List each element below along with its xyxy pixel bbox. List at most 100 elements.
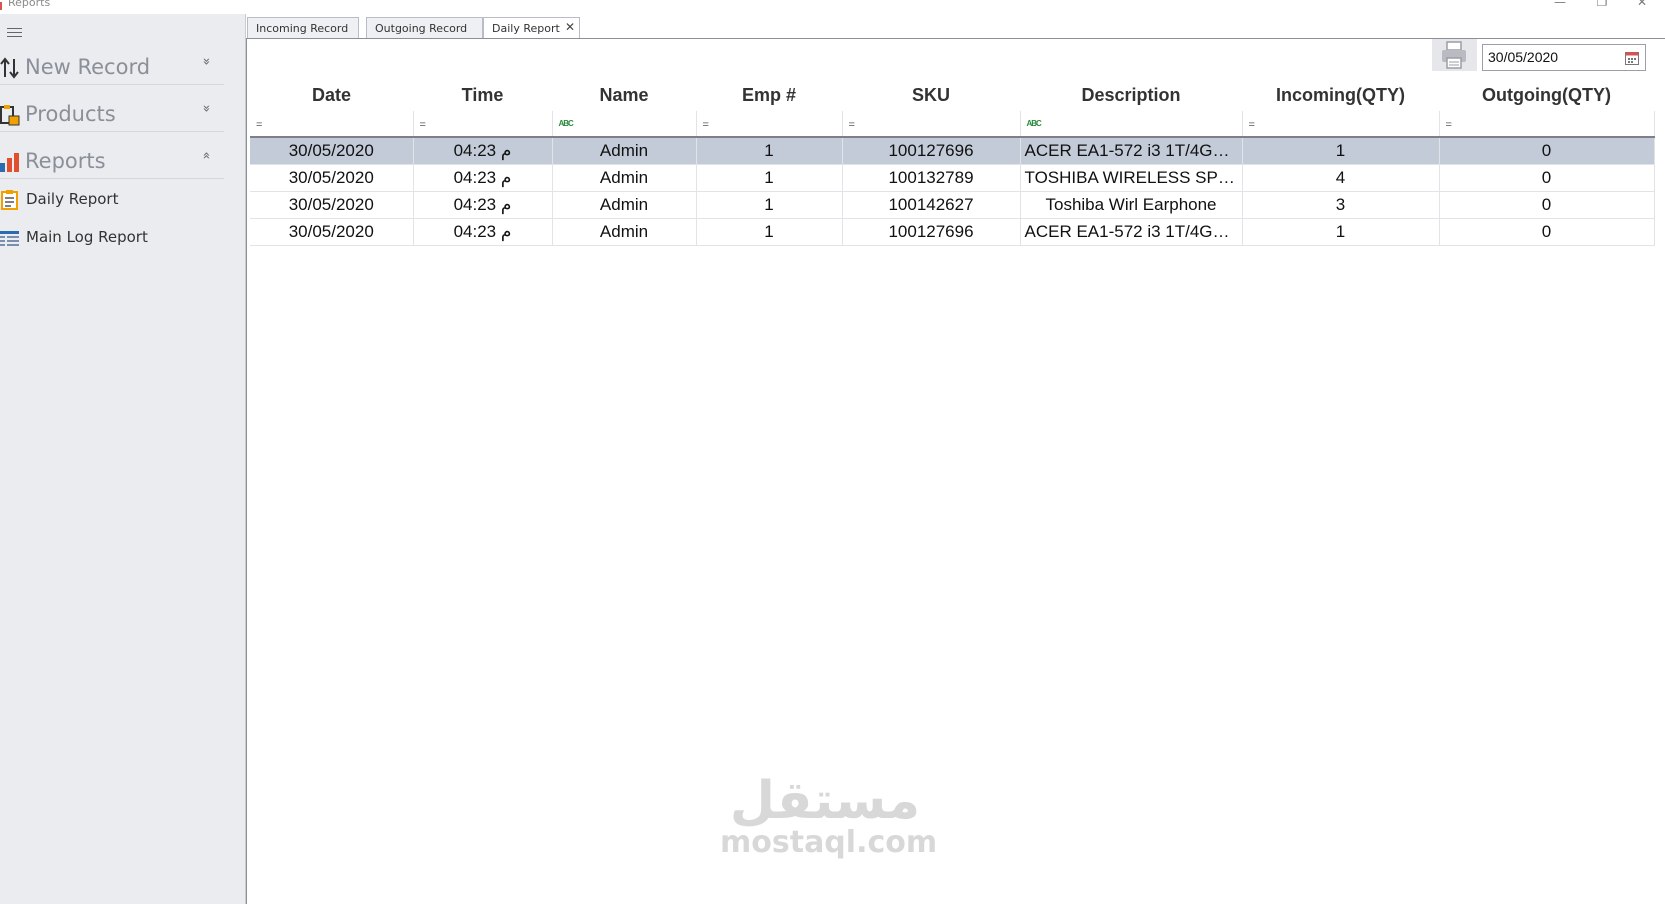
cell-sku[interactable]: 100127696 [842,218,1021,246]
cell-date[interactable]: 30/05/2020 [250,218,414,246]
clipboard-products-icon [0,105,20,126]
cell-time[interactable]: 04:23 م [413,218,553,246]
cell-outgoing[interactable]: 0 [1439,191,1655,219]
cell-emp[interactable]: 1 [696,164,843,192]
app-icon [0,2,2,10]
cell-description[interactable]: ACER EA1-572 i3 1T/4GB/... [1020,218,1243,246]
cell-sku[interactable]: 100132789 [842,164,1021,192]
chevron-down-icon[interactable]: » [199,58,214,66]
cell-name[interactable]: Admin [552,137,697,165]
text-filter-icon[interactable]: ABC [1027,119,1042,128]
filter-row: = = ABC = = ABC = = [250,111,1655,138]
column-header-emp[interactable]: Emp # [696,79,842,111]
filter-cell-outgoing[interactable]: = [1439,111,1655,138]
window-title: Reports [8,0,51,9]
tab-incoming-record[interactable]: Incoming Record [247,17,359,39]
filter-cell-description[interactable]: ABC [1020,111,1243,138]
cell-outgoing[interactable]: 0 [1439,218,1655,246]
cell-name[interactable]: Admin [552,218,697,246]
sidebar-group-label: Reports [25,149,106,173]
chevron-up-icon[interactable]: « [199,152,214,160]
equals-filter-icon[interactable]: = [256,119,262,131]
sidebar-group-new-record[interactable]: New Record » [0,51,224,85]
filter-cell-emp[interactable]: = [696,111,843,138]
sidebar-group-label: Products [25,102,116,126]
print-button[interactable] [1432,39,1477,71]
equals-filter-icon[interactable]: = [1249,119,1255,131]
report-clipboard-icon [1,190,18,210]
sidebar-group-products[interactable]: Products » [0,98,224,132]
cell-time[interactable]: 04:23 م [413,191,553,219]
title-bar: Reports — ❐ ✕ [0,0,1665,14]
close-button[interactable]: ✕ [1630,0,1654,9]
sidebar-item-main-log-report[interactable]: Main Log Report [0,224,224,252]
cell-date[interactable]: 30/05/2020 [250,164,414,192]
cell-name[interactable]: Admin [552,164,697,192]
sidebar-item-daily-report[interactable]: Daily Report [0,186,224,214]
column-header-description[interactable]: Description [1020,79,1242,111]
equals-filter-icon[interactable]: = [849,119,855,131]
cell-description[interactable]: TOSHIBA WIRELESS SPEA... [1020,164,1243,192]
report-date-field[interactable]: 30/05/2020 [1482,44,1646,71]
tab-label: Outgoing Record [375,22,468,35]
column-header-incoming[interactable]: Incoming(QTY) [1242,79,1439,111]
cell-description[interactable]: ACER EA1-572 i3 1T/4GB/... [1020,137,1243,165]
cell-date[interactable]: 30/05/2020 [250,137,414,165]
cell-emp[interactable]: 1 [696,191,843,219]
cell-incoming[interactable]: 3 [1242,191,1440,219]
sidebar: New Record » Products » Reports « Daily … [0,14,246,904]
table-row[interactable]: 30/05/2020 04:23 م Admin 1 100127696 ACE… [250,137,1655,165]
cell-emp[interactable]: 1 [696,137,843,165]
minimize-button[interactable]: — [1548,0,1572,9]
cell-time[interactable]: 04:23 م [413,164,553,192]
text-filter-icon[interactable]: ABC [559,119,574,128]
chevron-down-icon[interactable]: » [199,105,214,113]
log-table-icon [0,231,19,246]
cell-date[interactable]: 30/05/2020 [250,191,414,219]
watermark: مستقل mostaql.com [720,775,937,859]
cell-sku[interactable]: 100127696 [842,137,1021,165]
cell-description[interactable]: Toshiba Wirl Earphone [1020,191,1243,219]
sort-arrows-icon [0,57,19,79]
cell-incoming[interactable]: 4 [1242,164,1440,192]
filter-cell-date[interactable]: = [250,111,414,138]
filter-cell-incoming[interactable]: = [1242,111,1440,138]
cell-sku[interactable]: 100142627 [842,191,1021,219]
column-header-name[interactable]: Name [552,79,696,111]
cell-time[interactable]: 04:23 م [413,137,553,165]
sidebar-group-reports[interactable]: Reports « [0,145,224,179]
date-value: 30/05/2020 [1488,49,1559,65]
column-header-outgoing[interactable]: Outgoing(QTY) [1439,79,1654,111]
table-row[interactable]: 30/05/2020 04:23 م Admin 1 100127696 ACE… [250,218,1655,246]
cell-emp[interactable]: 1 [696,218,843,246]
cell-name[interactable]: Admin [552,191,697,219]
header-row: Date Time Name Emp # SKU Description Inc… [250,79,1654,111]
bar-chart-icon [0,153,19,172]
cell-outgoing[interactable]: 0 [1439,164,1655,192]
filter-cell-name[interactable]: ABC [552,111,697,138]
column-header-time[interactable]: Time [413,79,552,111]
equals-filter-icon[interactable]: = [703,119,709,131]
tab-label: Daily Report [492,22,560,35]
tab-label: Incoming Record [256,22,349,35]
cell-incoming[interactable]: 1 [1242,137,1440,165]
column-header-date[interactable]: Date [250,79,413,111]
table-row[interactable]: 30/05/2020 04:23 م Admin 1 100132789 TOS… [250,164,1655,192]
cell-incoming[interactable]: 1 [1242,218,1440,246]
table-row[interactable]: 30/05/2020 04:23 م Admin 1 100142627 Tos… [250,191,1655,219]
tab-outgoing-record[interactable]: Outgoing Record [366,17,483,39]
sidebar-item-label: Daily Report [26,190,119,208]
filter-cell-time[interactable]: = [413,111,553,138]
cell-outgoing[interactable]: 0 [1439,137,1655,165]
printer-icon [1442,41,1466,69]
calendar-icon[interactable] [1625,51,1639,65]
filter-cell-sku[interactable]: = [842,111,1021,138]
equals-filter-icon[interactable]: = [1446,119,1452,131]
tab-daily-report[interactable]: Daily Report ✕ [483,17,580,40]
close-tab-icon[interactable]: ✕ [565,20,575,34]
restore-button[interactable]: ❐ [1590,0,1614,9]
hamburger-menu-icon[interactable] [7,28,22,38]
equals-filter-icon[interactable]: = [420,119,426,131]
daily-report-grid: Date Time Name Emp # SKU Description Inc… [250,79,1655,246]
column-header-sku[interactable]: SKU [842,79,1020,111]
